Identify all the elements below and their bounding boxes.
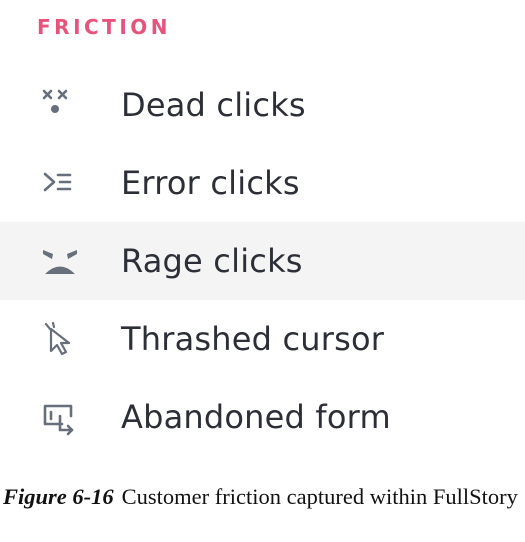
section-title: FRICTION (37, 15, 172, 39)
menu-item-label: Thrashed cursor (121, 320, 385, 358)
dead-clicks-icon (37, 82, 83, 128)
figure-caption-text: Customer friction captured within FullSt… (121, 484, 518, 509)
figure-caption: Figure 6-16 Customer friction captured wi… (3, 482, 518, 511)
figure-label: Figure 6-16 (3, 484, 114, 509)
menu-item-thrashed-cursor[interactable]: Thrashed cursor (0, 300, 525, 378)
rage-clicks-icon (37, 238, 83, 284)
menu-item-label: Abandoned form (121, 398, 391, 436)
thrashed-cursor-icon (37, 316, 83, 362)
menu-item-rage-clicks[interactable]: Rage clicks (0, 222, 525, 300)
menu-item-error-clicks[interactable]: Error clicks (0, 144, 525, 222)
menu-item-dead-clicks[interactable]: Dead clicks (0, 66, 525, 144)
menu-item-label: Error clicks (121, 164, 300, 202)
error-clicks-icon (37, 160, 83, 206)
menu-item-abandoned-form[interactable]: Abandoned form (0, 378, 525, 456)
friction-panel: FRICTION Dead clicks Error clicks Rage c… (0, 0, 525, 460)
abandoned-form-icon (37, 394, 83, 440)
menu-item-label: Rage clicks (121, 242, 303, 280)
menu-item-label: Dead clicks (121, 86, 306, 124)
